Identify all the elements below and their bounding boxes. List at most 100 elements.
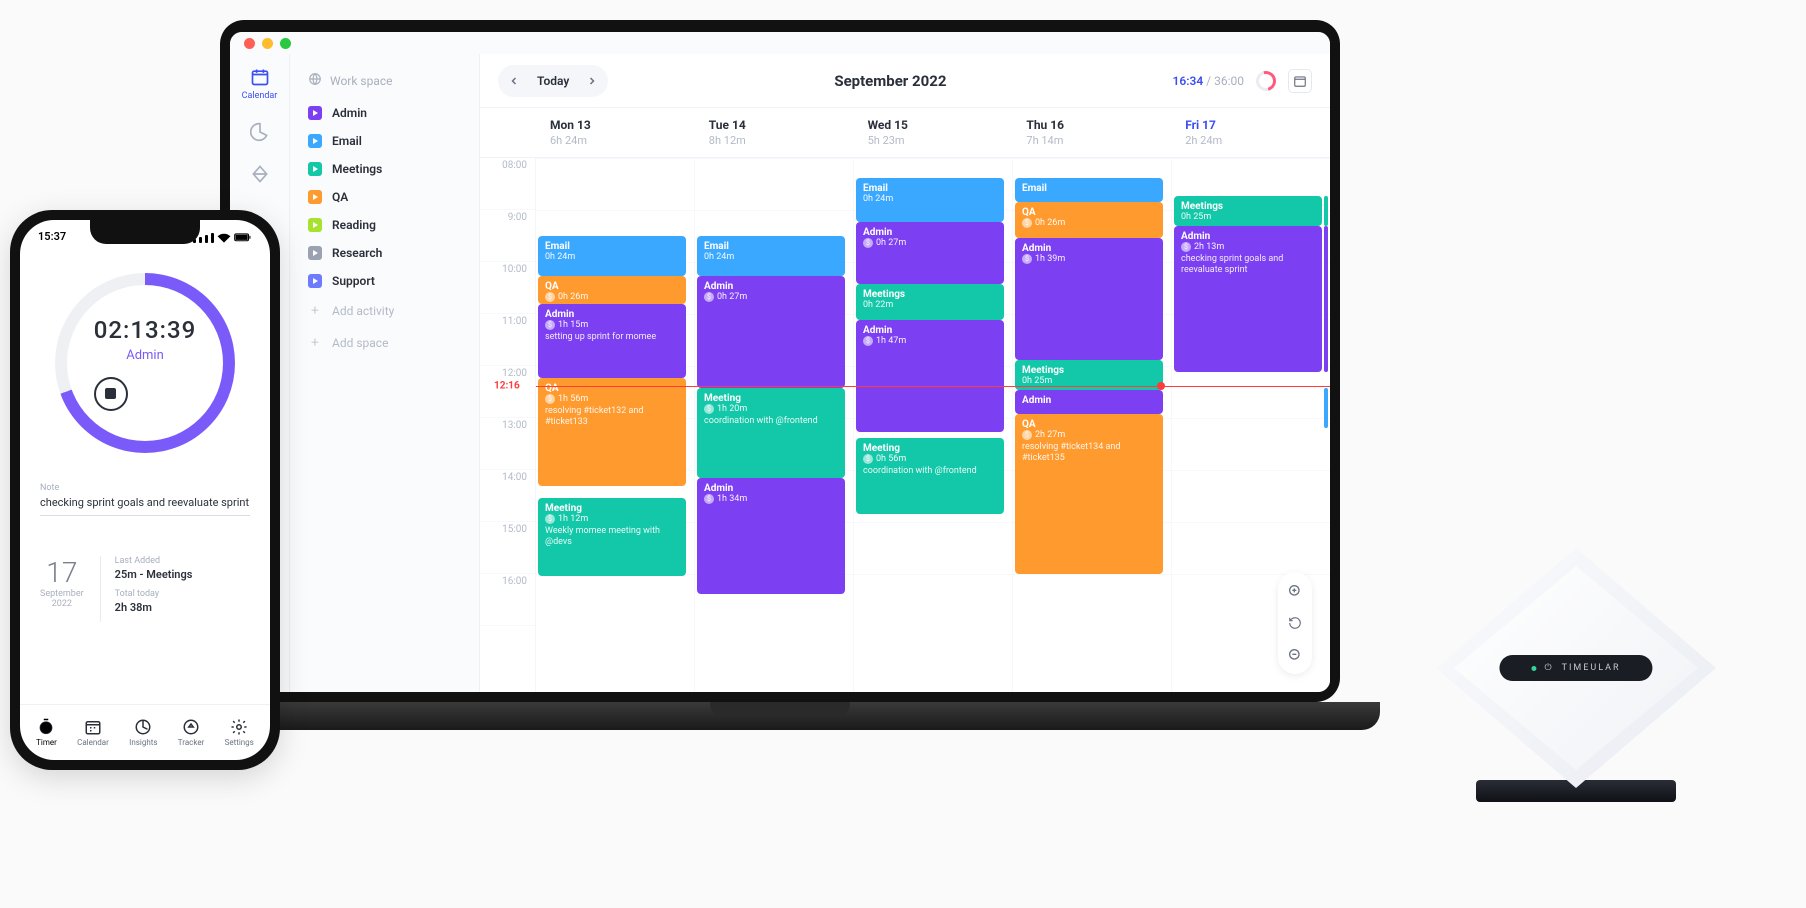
progress-ring-icon — [1252, 67, 1279, 94]
stop-button[interactable] — [94, 377, 128, 411]
calendar-event[interactable]: Email0h 24m — [697, 236, 845, 276]
activity-item[interactable]: Meetings — [300, 155, 469, 183]
calendar-event[interactable]: QA$1h 56mresolving #ticket132 and #ticke… — [538, 378, 686, 486]
calendar-event[interactable]: Meetings0h 25m — [1174, 196, 1322, 226]
mini-event-bar — [1324, 196, 1328, 226]
billable-icon: $ — [1022, 218, 1032, 228]
hour-gutter: 08:009:0010:0011:0012:0013:0014:0015:001… — [480, 158, 536, 692]
note-input[interactable]: checking sprint goals and reevaluate spr… — [40, 496, 250, 516]
event-title: Email — [704, 241, 838, 252]
calendar-event[interactable]: Meeting$1h 12mWeekly momee meeting with … — [538, 498, 686, 576]
billable-icon: $ — [1022, 254, 1032, 264]
tab-insights[interactable]: Insights — [129, 718, 157, 747]
laptop-base — [180, 702, 1380, 730]
activity-item[interactable]: Reading — [300, 211, 469, 239]
add-activity-button[interactable]: + Add activity — [300, 295, 469, 327]
next-button[interactable] — [579, 68, 605, 94]
tab-tracker[interactable]: Tracker — [178, 718, 205, 747]
rail-tracker[interactable] — [249, 163, 271, 185]
mini-event-bar — [1324, 226, 1328, 372]
day-header[interactable]: Thu 16 7h 14m — [1012, 108, 1171, 157]
calendar-event[interactable]: Admin$1h 47m — [856, 320, 1004, 432]
activity-item[interactable]: Admin — [300, 99, 469, 127]
prev-button[interactable] — [501, 68, 527, 94]
event-title: Meetings — [1181, 201, 1315, 212]
day-column-wed[interactable]: Email0h 24mAdmin$0h 27mMeetings0h 22mAdm… — [854, 158, 1013, 692]
traffic-light-zoom[interactable] — [280, 38, 291, 49]
view-toggle-button[interactable] — [1288, 69, 1312, 93]
event-title: Admin — [545, 309, 679, 320]
add-space-label: Add space — [332, 336, 388, 350]
tab-timer[interactable]: Timer — [36, 718, 57, 747]
calendar-event[interactable]: Email — [1015, 178, 1163, 202]
calendar-event[interactable]: QA$0h 26m — [1015, 202, 1163, 238]
day-label: Mon 13 — [550, 118, 681, 132]
tracker-octahedron: ⏻ TIMEULAR — [1436, 548, 1716, 788]
day-column-thu[interactable]: EmailQA$0h 26mAdmin$1h 39mMeetings0h 25m… — [1013, 158, 1172, 692]
phone-tabbar: Timer Calendar Insights Tracker Settings — [20, 704, 270, 760]
activity-label: Support — [332, 274, 375, 288]
last-added-value: 25m - Meetings — [115, 568, 250, 581]
calendar-event[interactable]: Admin$1h 34m — [697, 478, 845, 594]
activity-item[interactable]: Email — [300, 127, 469, 155]
calendar-event[interactable]: QA$2h 27mresolving #ticket134 and #ticke… — [1015, 414, 1163, 574]
day-total: 7h 14m — [1026, 134, 1157, 147]
calendar-event[interactable]: Email0h 24m — [538, 236, 686, 276]
calendar-event[interactable]: Admin$1h 39m — [1015, 238, 1163, 360]
tracker-badge: ⏻ TIMEULAR — [1499, 655, 1652, 681]
event-title: Admin — [704, 483, 838, 494]
toolbar-rhs: 16:34 / 36:00 — [1172, 69, 1312, 93]
day-column-mon[interactable]: Email0h 24mQA$0h 26mAdmin$1h 15msetting … — [536, 158, 695, 692]
calendar-event[interactable]: QA$0h 26m — [538, 276, 686, 304]
event-duration: $0h 26m — [545, 292, 679, 302]
event-duration: $0h 56m — [863, 454, 997, 464]
billable-icon: $ — [545, 292, 555, 302]
zoom-in-button[interactable] — [1282, 578, 1308, 604]
total-today-label: Total today — [115, 589, 250, 599]
workspace-header[interactable]: Work space — [300, 66, 469, 95]
calendar-event[interactable]: Admin$2h 13mchecking sprint goals and re… — [1174, 226, 1322, 372]
calendar-event[interactable]: Admin$0h 27m — [856, 222, 1004, 284]
traffic-light-close[interactable] — [244, 38, 255, 49]
hour-label: 16:00 — [480, 574, 535, 626]
tab-label: Insights — [129, 738, 157, 747]
calendar-event[interactable]: Meeting$1h 20mcoordination with @fronten… — [697, 388, 845, 478]
rail-reports[interactable] — [249, 121, 271, 143]
calendar-event[interactable]: Email0h 24m — [856, 178, 1004, 222]
timer-panel: 02:13:39 Admin Note checking sprint goal… — [20, 243, 270, 704]
calendar-event[interactable]: Admin — [1015, 390, 1163, 414]
calendar-event[interactable]: Admin$1h 15msetting up sprint for momee — [538, 304, 686, 378]
day-column-tue[interactable]: Email0h 24mAdmin$0h 27mMeeting$1h 20mcoo… — [695, 158, 854, 692]
hour-label: 11:00 — [480, 314, 535, 366]
activity-item[interactable]: Research — [300, 239, 469, 267]
day-header[interactable]: Fri 172h 24m — [1171, 108, 1330, 157]
calendar-event[interactable]: Meeting$0h 56mcoordination with @fronten… — [856, 438, 1004, 514]
tab-calendar[interactable]: Calendar — [77, 718, 109, 747]
tab-settings[interactable]: Settings — [225, 718, 254, 747]
event-duration: $0h 27m — [863, 238, 997, 248]
day-header[interactable]: Mon 136h 24m — [536, 108, 695, 157]
event-title: Meeting — [863, 443, 997, 454]
calendar-event[interactable]: Meetings0h 22m — [856, 284, 1004, 320]
hour-label: 9:00 — [480, 210, 535, 262]
now-indicator-line — [536, 386, 1330, 387]
rail-calendar[interactable]: Calendar — [242, 66, 278, 101]
add-activity-label: Add activity — [332, 304, 394, 318]
tab-label: Tracker — [178, 738, 205, 747]
add-space-button[interactable]: + Add space — [300, 327, 469, 359]
day-header[interactable]: Wed 155h 23m — [854, 108, 1013, 157]
day-total: 2h 24m — [1185, 134, 1316, 147]
zoom-out-button[interactable] — [1282, 642, 1308, 668]
today-button[interactable]: Today — [527, 74, 579, 88]
activity-item[interactable]: QA — [300, 183, 469, 211]
zoom-reset-button[interactable] — [1282, 610, 1308, 636]
play-icon — [308, 134, 322, 148]
calendar-event[interactable]: Admin$0h 27m — [697, 276, 845, 388]
activity-label: QA — [332, 190, 348, 204]
event-duration: $1h 47m — [863, 336, 997, 346]
play-icon — [308, 246, 322, 260]
day-header[interactable]: Tue 148h 12m — [695, 108, 854, 157]
traffic-light-minimize[interactable] — [262, 38, 273, 49]
day-label: Thu 16 — [1026, 118, 1157, 132]
activity-item[interactable]: Support — [300, 267, 469, 295]
